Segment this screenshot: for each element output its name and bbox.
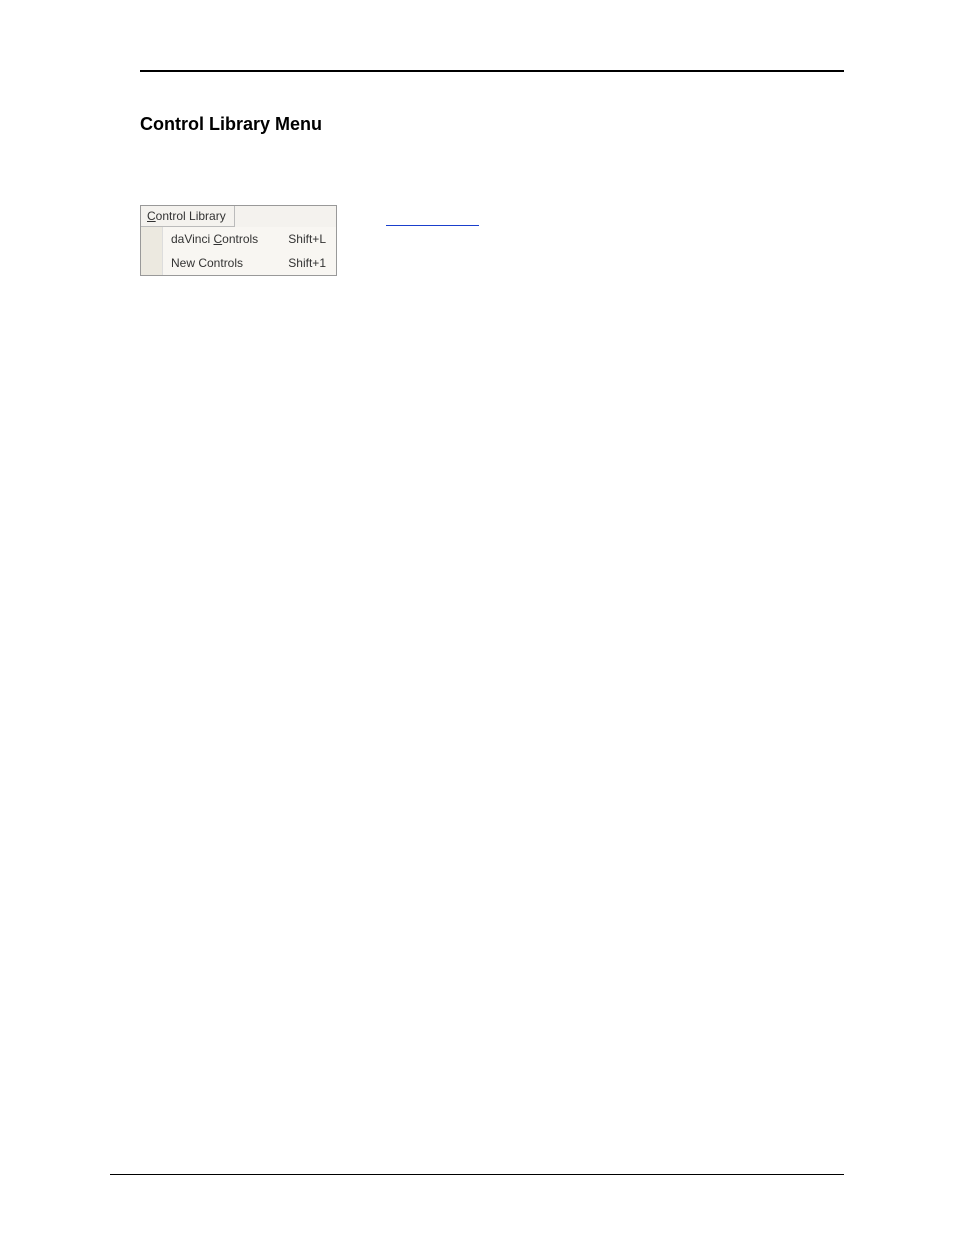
menu-item-shortcut: Shift+L: [288, 232, 326, 246]
menu-title-accel: C: [147, 209, 156, 223]
menu-item-label: daVinci Controls: [171, 232, 258, 246]
menu-items-list: daVinci Controls Shift+L New Controls Sh…: [163, 227, 336, 275]
bottom-horizontal-rule: [110, 1174, 844, 1175]
menu-title[interactable]: Control Library: [141, 206, 235, 227]
menu-item-label: New Controls: [171, 256, 243, 270]
top-horizontal-rule: [140, 70, 844, 72]
page-heading: Control Library Menu: [140, 114, 844, 135]
menu-item-davinci-controls[interactable]: daVinci Controls Shift+L: [163, 227, 336, 251]
menu-item-new-controls[interactable]: New Controls Shift+1: [163, 251, 336, 275]
control-library-menu: Control Library daVinci Controls Shift+L…: [140, 205, 337, 276]
menu-title-text: ontrol Library: [156, 209, 226, 223]
menu-item-shortcut: Shift+1: [288, 256, 326, 270]
menu-gutter: [141, 227, 163, 275]
blue-underline: [386, 225, 479, 226]
